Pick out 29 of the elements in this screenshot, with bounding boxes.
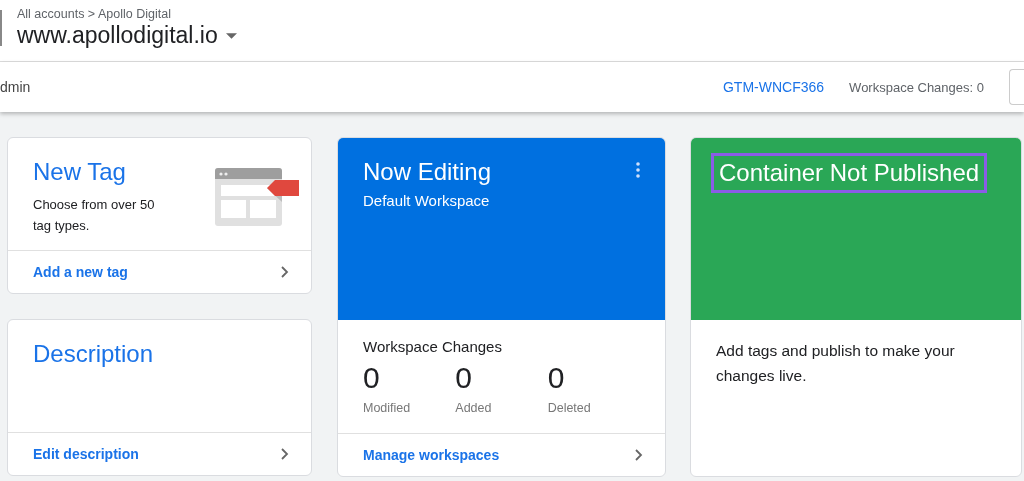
container-id-link[interactable]: GTM-WNCF366 xyxy=(723,79,825,95)
caret-icon xyxy=(225,32,237,39)
add-tag-link[interactable]: Add a new tag xyxy=(8,250,311,293)
breadcrumb[interactable]: All accounts > Apollo Digital xyxy=(17,7,237,21)
stat-value: 0 xyxy=(363,361,381,395)
chevron-right-icon xyxy=(635,449,643,461)
chevron-right-icon xyxy=(281,448,289,460)
tag-illustration-icon xyxy=(215,168,299,226)
chevron-right-icon xyxy=(281,266,289,278)
admin-tab[interactable]: dmin xyxy=(0,79,31,95)
edit-description-link[interactable]: Edit description xyxy=(8,432,311,475)
container-selector[interactable]: www.apollodigital.io xyxy=(17,22,237,49)
section-title: Workspace Changes xyxy=(363,338,503,355)
manage-workspaces-link[interactable]: Manage workspaces xyxy=(338,433,665,476)
card-description: Choose from over 50 tag types. xyxy=(33,196,156,235)
workspace-changes-count: Workspace Changes: 0 xyxy=(849,79,984,95)
stat-label: Deleted xyxy=(547,401,592,415)
stat-value: 0 xyxy=(455,361,473,395)
stat-label: Modified xyxy=(363,401,412,415)
side-edge xyxy=(0,10,2,46)
banner-title: Container Not Published xyxy=(711,153,988,193)
workspace-name: Default Workspace xyxy=(363,192,491,209)
card-title[interactable]: New Tag xyxy=(33,158,173,186)
stat-value: 0 xyxy=(547,361,566,395)
more-options-icon[interactable] xyxy=(636,162,640,178)
banner-title: Now Editing xyxy=(363,158,492,186)
stat-label: Added xyxy=(455,401,493,415)
card-title[interactable]: Description xyxy=(33,340,286,368)
status-message: Add tags and publish to make your changes live. xyxy=(716,341,956,386)
